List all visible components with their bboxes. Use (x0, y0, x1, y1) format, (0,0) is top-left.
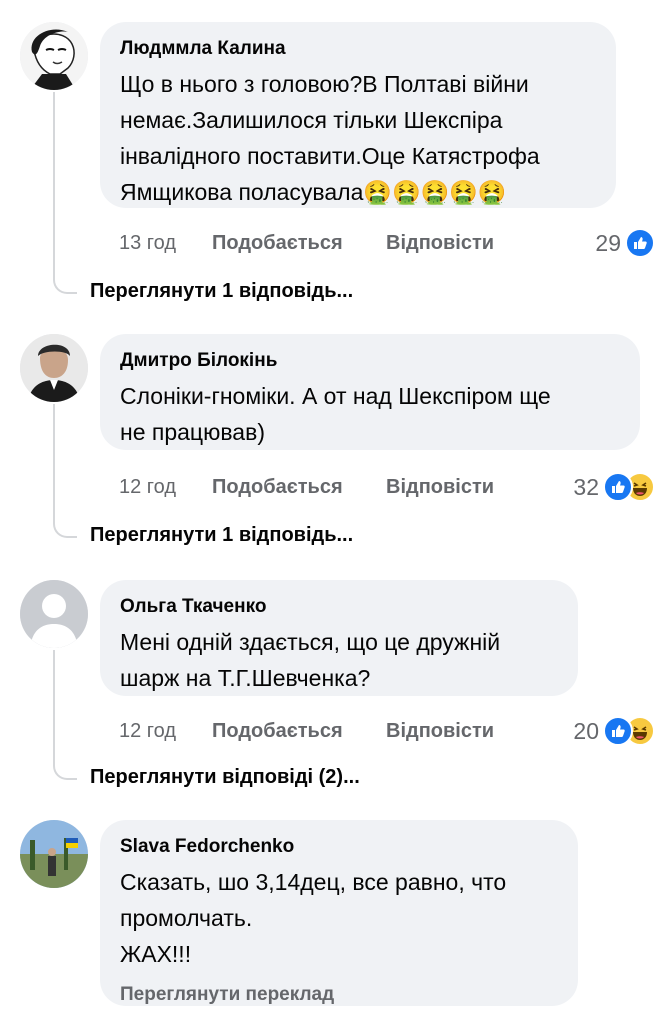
reaction-count: 29 (595, 229, 621, 256)
reply-button[interactable]: Відповісти (386, 232, 494, 255)
comment-author[interactable]: Slava Fedorchenko (120, 836, 558, 858)
like-icon (603, 716, 633, 746)
comment-bubble: Ольга Ткаченко Мені одній здається, що ц… (100, 580, 578, 696)
reply-button[interactable]: Відповісти (386, 476, 494, 499)
avatar[interactable] (20, 22, 88, 90)
like-button[interactable]: Подобається (212, 476, 343, 499)
reaction-count: 32 (573, 473, 599, 500)
comment-text: Що в нього з головою?В Полтаві війни нем… (120, 71, 540, 205)
comment-author[interactable]: Людммла Калина (120, 38, 596, 60)
reaction-count: 20 (573, 717, 599, 744)
comment-bubble: Slava Fedorchenko Сказать, шо 3,14дец, в… (100, 820, 578, 1006)
reactions[interactable]: 20 (573, 716, 655, 746)
comment-author[interactable]: Ольга Ткаченко (120, 596, 558, 618)
thread-curve (53, 276, 77, 294)
avatar[interactable] (20, 820, 88, 888)
user-photo-icon (20, 334, 88, 402)
outdoor-photo-icon (20, 820, 88, 888)
like-icon (603, 472, 633, 502)
see-translation-link[interactable]: Переглянути переклад (120, 984, 558, 1006)
avatar[interactable] (20, 334, 88, 402)
view-replies-link[interactable]: Переглянути відповіді (2)... (90, 766, 360, 789)
like-button[interactable]: Подобається (212, 232, 343, 255)
view-replies-link[interactable]: Переглянути 1 відповідь... (90, 524, 353, 547)
comment-bubble: Дмитро Білокінь Слоніки-гноміки. А от на… (100, 334, 640, 450)
comment-author[interactable]: Дмитро Білокінь (120, 350, 620, 372)
sketch-portrait-icon (20, 22, 88, 90)
comment-bubble: Людммла Калина Що в нього з головою?В По… (100, 22, 616, 208)
avatar[interactable] (20, 580, 88, 648)
default-avatar-icon (20, 580, 88, 648)
view-replies-link[interactable]: Переглянути 1 відповідь... (90, 280, 353, 303)
comment-text: Сказать, шо 3,14дец, все равно, что пром… (120, 869, 507, 967)
comment-time[interactable]: 13 год (119, 232, 176, 255)
like-icon (625, 228, 655, 258)
comment-actions: 12 год Подобається Відповісти 32 (119, 472, 667, 502)
reactions[interactable]: 32 (573, 472, 655, 502)
thread-line (53, 92, 55, 276)
comment-actions: 12 год Подобається Відповісти 20 (119, 716, 667, 746)
reactions[interactable]: 29 (595, 228, 655, 258)
thread-line (53, 404, 55, 520)
thread-curve (53, 520, 77, 538)
like-button[interactable]: Подобається (212, 720, 343, 743)
comment-time[interactable]: 12 год (119, 720, 176, 743)
thread-curve (53, 762, 77, 780)
comment-actions: 13 год Подобається Відповісти 29 (119, 228, 667, 258)
comment-time[interactable]: 12 год (119, 476, 176, 499)
comment-text: Слоніки-гноміки. А от над Шекспіром ще н… (120, 383, 551, 445)
reply-button[interactable]: Відповісти (386, 720, 494, 743)
comment-text: Мені одній здається, що це дружній шарж … (120, 629, 501, 691)
thread-line (53, 650, 55, 762)
